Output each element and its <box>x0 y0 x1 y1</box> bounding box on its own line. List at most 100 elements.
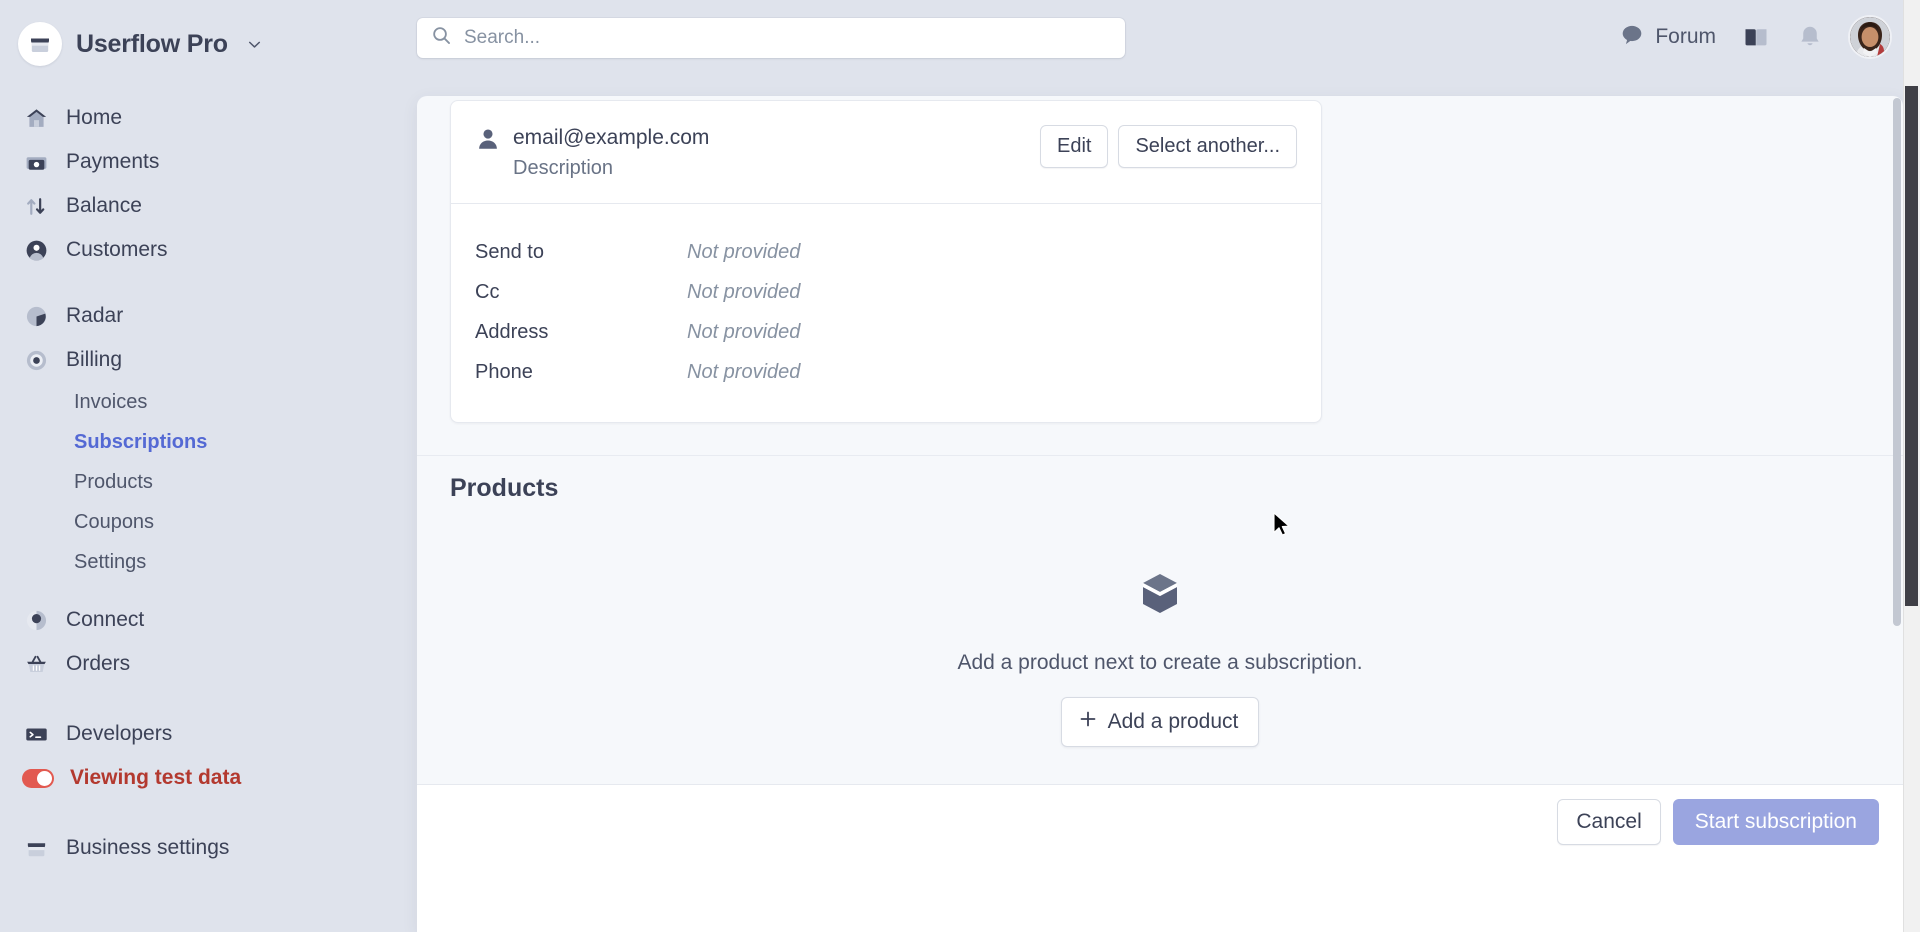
viewing-test-data-toggle[interactable]: Viewing test data <box>0 756 417 800</box>
detail-value: Not provided <box>687 240 801 263</box>
sidebar-item-label: Balance <box>66 194 142 217</box>
sidebar-subitem-label: Invoices <box>74 390 148 413</box>
toggle-label: Viewing test data <box>70 766 242 789</box>
detail-value: Not provided <box>687 360 801 383</box>
customer-email: email@example.com <box>513 126 710 149</box>
detail-label: Phone <box>475 360 533 383</box>
sidebar-item-label: Business settings <box>66 836 230 859</box>
customer-identity: email@example.com Description <box>505 123 1040 183</box>
sidebar-item-business-settings[interactable]: Business settings <box>0 826 417 870</box>
sidebar-item-label: Orders <box>66 652 131 675</box>
sidebar-item-connect[interactable]: Connect <box>0 598 417 642</box>
detail-value: Not provided <box>687 320 801 343</box>
customer-card-header: email@example.com Description Edit Selec… <box>451 101 1321 204</box>
detail-row: Phone Not provided <box>475 352 1297 392</box>
sidebar-item-label: Connect <box>66 608 145 631</box>
subscription-modal: email@example.com Description Edit Selec… <box>417 96 1903 932</box>
top-bar-actions: Forum <box>1619 0 1890 74</box>
forum-label: Forum <box>1655 25 1716 48</box>
page-scrollbar-thumb[interactable] <box>1905 86 1918 606</box>
detail-label: Address <box>475 320 549 343</box>
cube-icon <box>1130 566 1190 631</box>
detail-row: Address Not provided <box>475 312 1297 352</box>
cancel-button[interactable]: Cancel <box>1557 798 1661 845</box>
detail-label: Send to <box>475 240 544 263</box>
chevron-down-icon[interactable] <box>246 36 263 53</box>
storefront-icon <box>18 22 62 66</box>
sidebar-item-label: Home <box>66 106 123 129</box>
sidebar-item-subscriptions[interactable]: Subscriptions <box>0 422 417 462</box>
products-empty-state: Add a product next to create a subscript… <box>417 566 1903 747</box>
detail-value: Not provided <box>687 280 801 303</box>
sidebar-item-label: Customers <box>66 238 168 261</box>
modal-footer: Cancel Start subscription <box>417 784 1903 858</box>
chat-bubble-icon <box>1619 22 1645 53</box>
sidebar-item-settings[interactable]: Settings <box>0 542 417 582</box>
sidebar-item-label: Radar <box>66 304 124 327</box>
book-icon[interactable] <box>1742 23 1770 51</box>
search-area <box>417 18 1125 58</box>
sidebar-item-label: Developers <box>66 722 173 745</box>
customer-card: email@example.com Description Edit Selec… <box>450 100 1322 423</box>
sidebar-item-payments[interactable]: Payments <box>0 140 417 184</box>
sidebar-subitem-label: Products <box>74 470 153 493</box>
brand-name: Userflow Pro <box>76 29 228 58</box>
sidebar-item-products[interactable]: Products <box>0 462 417 502</box>
products-heading: Products <box>450 474 559 502</box>
customer-description: Description <box>513 157 614 179</box>
detail-label: Cc <box>475 280 500 303</box>
sidebar-item-label: Payments <box>66 150 160 173</box>
sidebar-subitem-label: Subscriptions <box>74 430 208 453</box>
customer-details: Send to Not provided Cc Not provided Add… <box>451 204 1321 422</box>
modal-scrollbar[interactable] <box>1893 98 1901 626</box>
sidebar-primary-nav: Home Payments Balance Customers <box>0 96 417 272</box>
sidebar-item-radar[interactable]: Radar <box>0 294 417 338</box>
sidebar-item-billing[interactable]: Billing <box>0 338 417 382</box>
page-scrollbar-track[interactable] <box>1903 0 1920 932</box>
sidebar: Userflow Pro Home Payments Balance Custo… <box>0 0 417 932</box>
detail-row: Send to Not provided <box>475 232 1297 272</box>
search-input[interactable] <box>464 27 1111 49</box>
sidebar-item-customers[interactable]: Customers <box>0 228 417 272</box>
sidebar-item-invoices[interactable]: Invoices <box>0 382 417 422</box>
payments-icon <box>22 148 50 176</box>
sidebar-item-developers[interactable]: Developers <box>0 712 417 756</box>
orders-basket-icon <box>22 650 50 678</box>
sidebar-item-balance[interactable]: Balance <box>0 184 417 228</box>
start-subscription-button[interactable]: Start subscription <box>1672 798 1879 845</box>
search-box[interactable] <box>417 18 1125 58</box>
modal-scroll-area: email@example.com Description Edit Selec… <box>417 96 1903 932</box>
sidebar-subitem-label: Coupons <box>74 510 155 533</box>
empty-state-text: Add a product next to create a subscript… <box>957 651 1363 674</box>
sidebar-item-coupons[interactable]: Coupons <box>0 502 417 542</box>
select-another-button[interactable]: Select another... <box>1118 125 1297 168</box>
sidebar-item-label: Billing <box>66 348 123 371</box>
add-product-button[interactable]: Add a product <box>1060 697 1260 747</box>
sidebar-subitem-label: Settings <box>74 550 147 573</box>
customers-icon <box>22 236 50 264</box>
terminal-icon <box>22 720 50 748</box>
balance-arrows-icon <box>22 192 50 220</box>
connect-icon <box>22 606 50 634</box>
brand-switcher[interactable]: Userflow Pro <box>0 14 417 74</box>
sidebar-item-orders[interactable]: Orders <box>0 642 417 686</box>
avatar[interactable] <box>1850 17 1890 57</box>
sidebar-item-home[interactable]: Home <box>0 96 417 140</box>
forum-button[interactable]: Forum <box>1619 22 1716 53</box>
edit-button[interactable]: Edit <box>1039 125 1109 168</box>
person-icon <box>475 123 505 157</box>
billing-icon <box>22 346 50 374</box>
home-icon <box>22 104 50 132</box>
avatar-image <box>1850 17 1890 57</box>
top-bar: Forum <box>417 0 1920 74</box>
bell-icon[interactable] <box>1796 23 1824 51</box>
search-icon <box>431 25 452 51</box>
toggle-switch[interactable] <box>22 768 54 788</box>
customer-card-actions: Edit Select another... <box>1039 123 1297 168</box>
add-product-label: Add a product <box>1107 710 1239 733</box>
detail-row: Cc Not provided <box>475 272 1297 312</box>
toggle-knob <box>37 770 52 786</box>
